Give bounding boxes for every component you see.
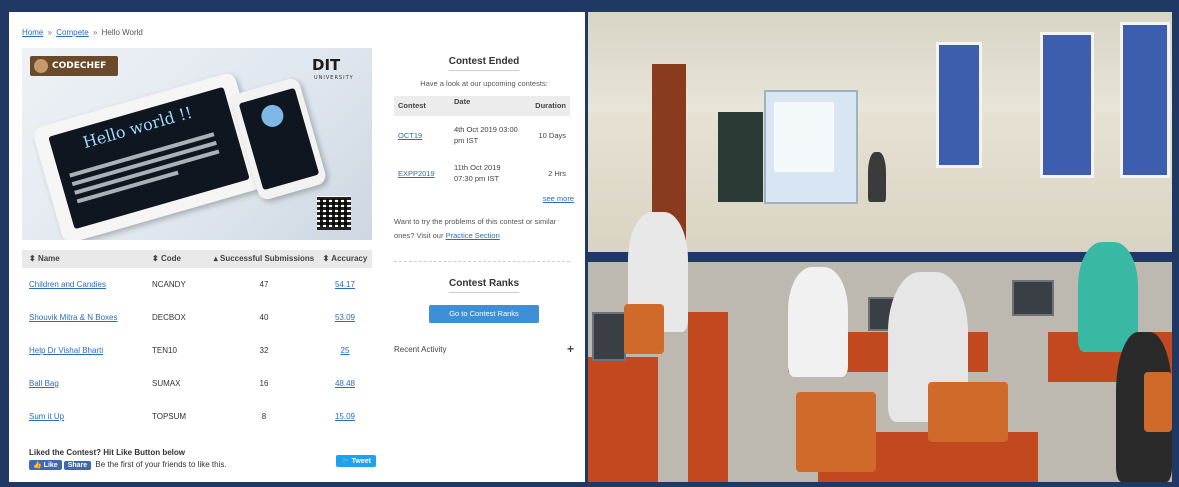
accuracy-column-header[interactable]: ⬍ Accuracy	[318, 250, 372, 268]
recent-activity-label: Recent Activity	[394, 345, 447, 354]
problem-code: TEN10	[152, 346, 177, 355]
tweet-button[interactable]: 🐦 Tweet	[336, 455, 376, 467]
qr-code-icon	[317, 196, 351, 230]
accuracy-link[interactable]: 48.48	[335, 379, 355, 388]
window	[1120, 22, 1170, 178]
breadcrumb-compete-link[interactable]: Compete	[56, 28, 88, 37]
student	[788, 267, 848, 377]
contest-row: EXPP2019 11th Oct 2019 07:30 pm IST 2 Hr…	[394, 154, 570, 192]
divider	[394, 261, 570, 262]
problem-name-link[interactable]: Help Dr Vishal Bharti	[29, 346, 103, 355]
projector-screen	[764, 90, 858, 204]
accuracy-link[interactable]: 15.09	[335, 412, 355, 421]
facebook-like-button[interactable]: 👍 Like	[29, 460, 62, 470]
problem-code: SUMAX	[152, 379, 181, 388]
tablet-screen: Hello world !!	[48, 86, 250, 230]
dit-university-logo: DIT UNIVERSITY	[312, 56, 362, 84]
dit-logo-subtext: UNIVERSITY	[314, 75, 354, 81]
chef-hat-icon	[34, 59, 48, 73]
duration-column-header: Duration	[535, 101, 566, 110]
laptop	[1012, 280, 1054, 316]
window	[936, 42, 982, 168]
see-more-link[interactable]: see more	[543, 194, 574, 203]
contest-duration: 2 Hrs	[548, 168, 566, 178]
dit-logo-text: DIT	[312, 56, 341, 74]
laptop	[592, 312, 626, 361]
upcoming-contests-text: Have a look at our upcoming contests:	[420, 79, 548, 88]
chef-icon	[258, 102, 286, 130]
table-row: Ball Bag SUMAX 16 48.48	[22, 367, 372, 400]
successful-count: 47	[259, 280, 269, 289]
problem-name-link[interactable]: Sum it Up	[29, 412, 64, 421]
contest-ended-title: Contest Ended	[394, 56, 574, 71]
accuracy-link[interactable]: 54.17	[335, 280, 355, 289]
breadcrumb-current: Hello World	[101, 28, 143, 37]
table-row: Shouvik Mitra & N Boxes DECBOX 40 53.09	[22, 301, 372, 334]
accuracy-link[interactable]: 25	[341, 346, 350, 355]
name-column-header[interactable]: ⬍ Name	[22, 250, 152, 268]
codechef-logo-text: CODECHEF	[52, 61, 107, 71]
problem-code: NCANDY	[152, 280, 186, 289]
table-row: Children and Candies NCANDY 47 54.17	[22, 268, 372, 301]
contest-ranks-title: Contest Ranks	[394, 278, 574, 293]
chair	[1144, 372, 1172, 432]
contest-column-header: Contest	[398, 101, 426, 110]
successful-count: 16	[259, 379, 269, 388]
go-to-contest-ranks-button[interactable]: Go to Contest Ranks	[429, 305, 539, 323]
contest-banner: CODECHEF DIT UNIVERSITY Hello world !!	[22, 48, 372, 240]
contest-duration: 10 Days	[538, 130, 566, 140]
breadcrumb-home-link[interactable]: Home	[22, 28, 43, 37]
chair	[796, 392, 876, 472]
facebook-share-button[interactable]: Share	[63, 461, 92, 470]
contest-link[interactable]: OCT19	[398, 131, 422, 140]
successful-count: 40	[259, 313, 269, 322]
contest-date: 4th Oct 2019 03:00 pm IST	[454, 125, 518, 145]
contests-table-header: Contest Date Duration	[394, 96, 570, 116]
upcoming-contests-table: Contest Date Duration OCT19 4th Oct 2019…	[394, 96, 570, 192]
chair	[624, 304, 664, 354]
successful-count: 32	[259, 346, 269, 355]
classroom-photo	[588, 12, 1172, 482]
problems-table: ⬍ Name ⬍ Code ▴ Successful Submissions ⬍…	[22, 250, 372, 433]
date-column-header: Date	[454, 97, 471, 106]
problems-table-header: ⬍ Name ⬍ Code ▴ Successful Submissions ⬍…	[22, 250, 372, 268]
problem-name-link[interactable]: Shouvik Mitra & N Boxes	[29, 313, 117, 322]
desk	[688, 312, 728, 482]
instructor	[868, 152, 886, 202]
breadcrumb-separator: »	[92, 28, 98, 37]
problem-code: DECBOX	[152, 313, 186, 322]
table-row: Help Dr Vishal Bharti TEN10 32 25	[22, 334, 372, 367]
problem-name-link[interactable]: Children and Candies	[29, 280, 106, 289]
expand-plus-icon[interactable]: +	[567, 343, 574, 355]
problem-code: TOPSUM	[152, 412, 187, 421]
codechef-logo: CODECHEF	[30, 56, 118, 76]
like-note: Be the first of your friends to like thi…	[95, 460, 227, 469]
contest-sidebar: Contest Ended Have a look at our upcomin…	[394, 56, 574, 355]
breadcrumb: Home » Compete » Hello World	[22, 28, 143, 37]
practice-prompt: Want to try the problems of this contest…	[394, 217, 557, 240]
problem-name-link[interactable]: Ball Bag	[29, 379, 59, 388]
contest-date: 11th Oct 2019 07:30 pm IST	[454, 163, 501, 183]
table-row: Sum it Up TOPSUM 8 15.09	[22, 400, 372, 433]
like-section: Liked the Contest? Hit Like Button below…	[29, 448, 227, 470]
window	[1040, 32, 1094, 178]
successful-count: 8	[261, 412, 267, 421]
contest-link[interactable]: EXPP2019	[398, 169, 435, 178]
accuracy-link[interactable]: 53.09	[335, 313, 355, 322]
successful-column-header[interactable]: ▴ Successful Submissions	[210, 250, 318, 268]
blackboard	[718, 112, 763, 202]
practice-section-link[interactable]: Practice Section	[446, 231, 500, 240]
desk	[588, 357, 658, 482]
breadcrumb-separator: »	[47, 28, 53, 37]
recent-activity-header[interactable]: Recent Activity +	[394, 343, 574, 355]
codechef-page-screenshot: Home » Compete » Hello World CODECHEF DI…	[9, 12, 585, 482]
code-column-header[interactable]: ⬍ Code	[152, 250, 210, 268]
like-title: Liked the Contest? Hit Like Button below	[29, 448, 185, 457]
tablet-illustration: Hello world !!	[31, 71, 267, 240]
chair	[928, 382, 1008, 442]
contest-row: OCT19 4th Oct 2019 03:00 pm IST 10 Days	[394, 116, 570, 154]
